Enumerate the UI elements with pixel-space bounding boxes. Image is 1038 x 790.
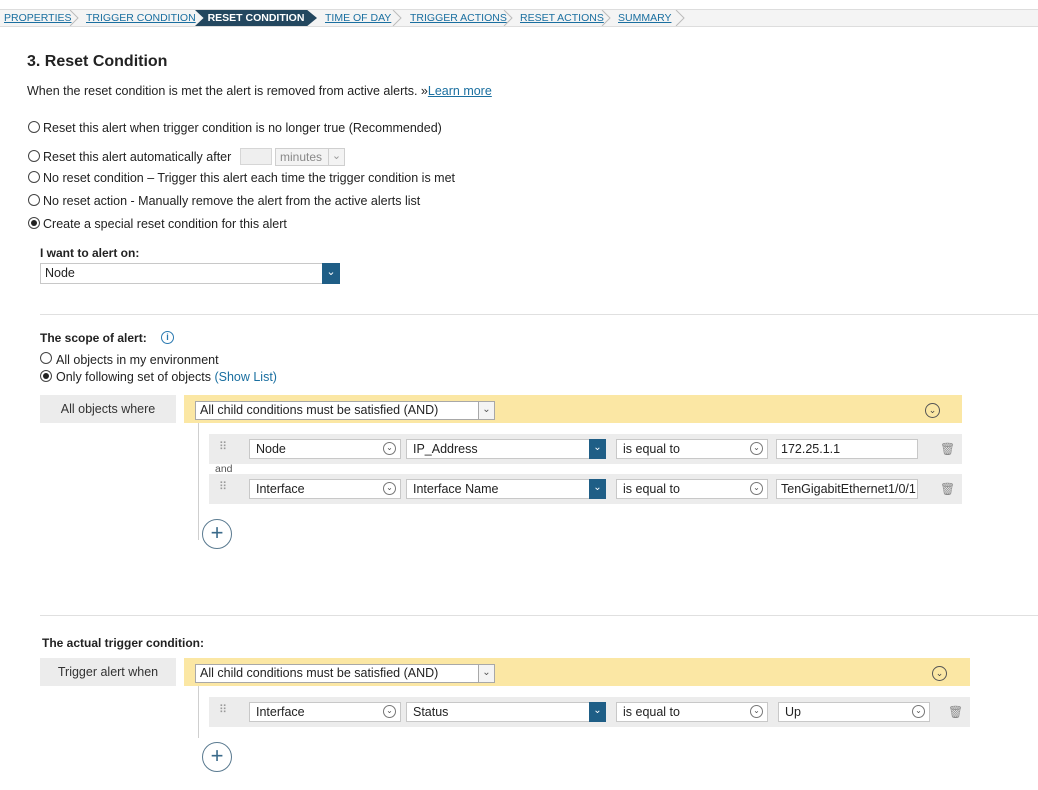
drag-handle-icon[interactable]: ⠿	[219, 705, 227, 716]
divider	[40, 314, 1038, 315]
condition-object-value: Interface	[256, 482, 305, 496]
intro-description: When the reset condition is met the aler…	[27, 84, 428, 98]
all-objects-where-label: All objects where	[40, 395, 176, 423]
trigger-label: The actual trigger condition:	[42, 636, 205, 650]
chevron-down-icon: ⌄	[589, 479, 606, 499]
condition-field-value: IP_Address	[413, 442, 478, 456]
step-properties[interactable]: PROPERTIES	[4, 10, 72, 26]
reset-option-label-1: Reset this alert when trigger condition …	[43, 121, 442, 135]
condition-operator-select[interactable]: is equal to ⌄	[616, 439, 768, 459]
info-icon[interactable]: i	[161, 331, 174, 344]
condition-field-select[interactable]: IP_Address ⌄	[406, 439, 606, 459]
chevron-down-icon: ⌄	[478, 402, 494, 419]
reset-option-radio-3[interactable]	[28, 171, 40, 183]
reset-option-label-5: Create a special reset condition for thi…	[43, 217, 287, 231]
show-list-link[interactable]: (Show List)	[214, 370, 277, 384]
condition-value-input[interactable]: TenGigabitEthernet1/0/1	[776, 479, 918, 499]
condition-object-select[interactable]: Interface ⌄	[249, 702, 401, 722]
step-trigger-actions[interactable]: TRIGGER ACTIONS	[410, 10, 507, 26]
condition-field-value: Interface Name	[413, 482, 499, 496]
alert-on-select[interactable]: Node ⌄	[40, 263, 340, 284]
chevron-down-icon: ⌄	[589, 702, 606, 722]
reset-option-label-2: Reset this alert automatically after	[43, 150, 232, 164]
chevron-down-icon: ⌄	[750, 482, 763, 495]
tree-connector	[198, 423, 199, 540]
condition-object-value: Interface	[256, 705, 305, 719]
drag-handle-icon[interactable]: ⠿	[219, 482, 227, 493]
chevron-right-icon	[601, 10, 611, 26]
chevron-right-icon	[392, 10, 402, 26]
chevron-down-icon: ⌄	[322, 263, 340, 284]
condition-operator-select[interactable]: is equal to ⌄	[616, 479, 768, 499]
scope-combinator-select[interactable]: All child conditions must be satisfied (…	[195, 401, 495, 420]
chevron-right-icon	[503, 10, 513, 26]
scope-radio-all[interactable]	[40, 352, 52, 364]
chevron-down-icon: ⌄	[383, 705, 396, 718]
wizard-breadcrumb: PROPERTIES TRIGGER CONDITION RESET CONDI…	[0, 9, 1038, 27]
condition-value-input[interactable]: 172.25.1.1	[776, 439, 918, 459]
condition-value-value: Up	[785, 705, 801, 719]
reset-minutes-input[interactable]	[240, 148, 272, 165]
scope-combinator-value: All child conditions must be satisfied (…	[200, 403, 439, 417]
reset-option-label-4: No reset action - Manually remove the al…	[43, 194, 421, 208]
add-condition-button[interactable]: +	[202, 742, 232, 772]
add-condition-button[interactable]: +	[202, 519, 232, 549]
step-time-of-day[interactable]: TIME OF DAY	[325, 10, 391, 26]
collapse-chevron-icon[interactable]: ⌄	[925, 403, 940, 418]
condition-object-value: Node	[256, 442, 286, 456]
alert-on-label: I want to alert on:	[40, 246, 140, 260]
condition-object-select[interactable]: Interface ⌄	[249, 479, 401, 499]
scope-option-subset-label: Only following set of objects	[56, 370, 211, 384]
chevron-down-icon: ⌄	[383, 442, 396, 455]
condition-operator-value: is equal to	[623, 705, 680, 719]
condition-field-select[interactable]: Status ⌄	[406, 702, 606, 722]
trigger-combinator-value: All child conditions must be satisfied (…	[200, 666, 439, 680]
scope-option-all-label: All objects in my environment	[56, 353, 219, 367]
chevron-down-icon: ⌄	[750, 705, 763, 718]
condition-field-value: Status	[413, 705, 449, 719]
chevron-down-icon: ⌄	[750, 442, 763, 455]
chevron-right-icon	[69, 10, 79, 26]
step-reset-actions[interactable]: RESET ACTIONS	[520, 10, 604, 26]
tree-connector	[198, 686, 199, 738]
learn-more-link[interactable]: Learn more	[428, 84, 492, 98]
divider	[40, 615, 1038, 616]
trash-icon[interactable]: 🗑	[948, 706, 963, 719]
trigger-combinator-select[interactable]: All child conditions must be satisfied (…	[195, 664, 495, 683]
condition-object-select[interactable]: Node ⌄	[249, 439, 401, 459]
scope-radio-subset[interactable]	[40, 370, 52, 382]
reset-option-label-3: No reset condition – Trigger this alert …	[43, 171, 456, 185]
chevron-right-icon	[675, 10, 685, 26]
chevron-down-icon: ⌄	[328, 149, 344, 165]
chevron-down-icon: ⌄	[478, 665, 494, 682]
condition-operator-value: is equal to	[623, 442, 680, 456]
condition-operator-select[interactable]: is equal to ⌄	[616, 702, 768, 722]
reset-unit-value: minutes	[280, 150, 323, 164]
reset-option-radio-1[interactable]	[28, 121, 40, 133]
step-reset-condition[interactable]: RESET CONDITION	[195, 10, 317, 26]
trash-icon[interactable]: 🗑	[940, 443, 955, 456]
condition-field-select[interactable]: Interface Name ⌄	[406, 479, 606, 499]
chevron-down-icon: ⌄	[383, 482, 396, 495]
reset-option-radio-4[interactable]	[28, 194, 40, 206]
trash-icon[interactable]: 🗑	[940, 483, 955, 496]
chevron-down-icon: ⌄	[912, 705, 925, 718]
drag-handle-icon[interactable]: ⠿	[219, 442, 227, 453]
intro-text: When the reset condition is met the aler…	[27, 84, 492, 98]
condition-value-select[interactable]: Up ⌄	[778, 702, 930, 722]
scope-label: The scope of alert:	[40, 331, 147, 345]
collapse-chevron-icon[interactable]: ⌄	[932, 666, 947, 681]
step-trigger-condition[interactable]: TRIGGER CONDITION	[86, 10, 196, 26]
reset-option-radio-2[interactable]	[28, 150, 40, 162]
page-title: 3. Reset Condition	[27, 53, 168, 70]
scope-option-subset: Only following set of objects (Show List…	[56, 370, 277, 384]
chevron-down-icon: ⌄	[589, 439, 606, 459]
step-summary[interactable]: SUMMARY	[618, 10, 671, 26]
condition-operator-value: is equal to	[623, 482, 680, 496]
reset-unit-select[interactable]: minutes ⌄	[275, 148, 345, 166]
alert-on-value: Node	[45, 266, 75, 280]
reset-option-radio-5[interactable]	[28, 217, 40, 229]
trigger-alert-when-label: Trigger alert when	[40, 658, 176, 686]
